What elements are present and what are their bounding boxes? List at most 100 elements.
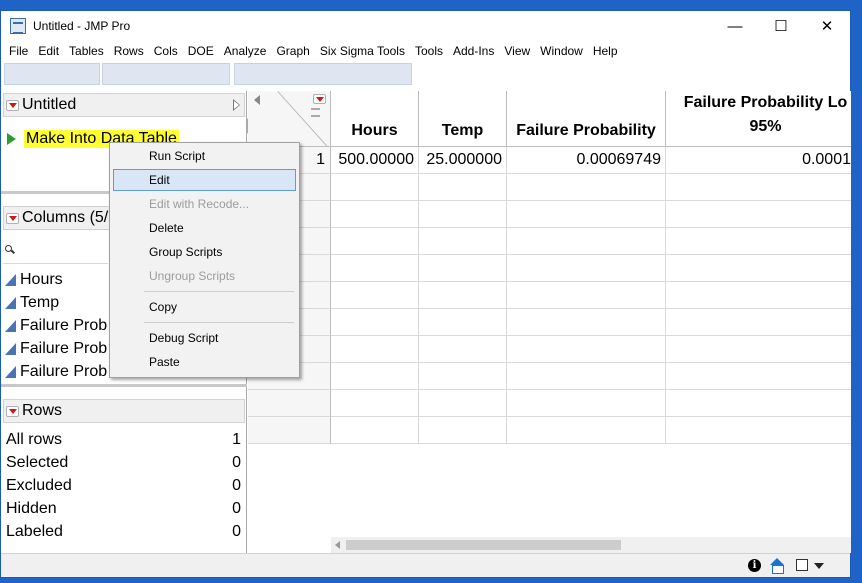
- context-menu-item-run-script[interactable]: Run Script: [113, 145, 296, 167]
- table-cell[interactable]: [331, 228, 419, 255]
- menu-doe[interactable]: DOE: [183, 44, 219, 58]
- table-cell[interactable]: [331, 201, 419, 228]
- table-cell[interactable]: [507, 417, 666, 444]
- red-triangle-menu-icon[interactable]: [6, 99, 19, 111]
- home-icon[interactable]: [769, 558, 785, 574]
- menu-add-ins[interactable]: Add-Ins: [448, 44, 499, 58]
- table-cell[interactable]: [419, 309, 507, 336]
- context-menu-item-edit[interactable]: Edit: [113, 169, 296, 191]
- table-cell[interactable]: [419, 417, 507, 444]
- table-cell[interactable]: 500.00000: [331, 147, 419, 174]
- column-header-hours[interactable]: Hours: [331, 91, 419, 147]
- table-cell[interactable]: [507, 390, 666, 417]
- column-header-failure-probability[interactable]: Failure Probability: [507, 91, 666, 147]
- rows-stat-hidden[interactable]: Hidden 0: [1, 497, 245, 520]
- table-cell[interactable]: 25.000000: [419, 147, 507, 174]
- column-item[interactable]: Failure Prob: [5, 337, 107, 360]
- table-cell[interactable]: [331, 309, 419, 336]
- table-cell[interactable]: [666, 282, 851, 309]
- table-cell[interactable]: [666, 228, 851, 255]
- collapse-panel-icon[interactable]: [233, 99, 240, 111]
- rows-panel-header[interactable]: Rows: [3, 399, 245, 423]
- table-cell[interactable]: [419, 201, 507, 228]
- menu-view[interactable]: View: [499, 44, 535, 58]
- table-cell[interactable]: 0.00069749: [507, 147, 666, 174]
- table-cell[interactable]: [331, 417, 419, 444]
- window-list-icon[interactable]: [796, 559, 808, 571]
- menu-file[interactable]: File: [4, 44, 33, 58]
- panel-divider[interactable]: [1, 384, 247, 387]
- table-cell[interactable]: [419, 390, 507, 417]
- rows-stat-all[interactable]: All rows 1: [1, 428, 245, 451]
- context-menu-item-paste[interactable]: Paste: [113, 351, 296, 373]
- context-menu-item-copy[interactable]: Copy: [113, 296, 296, 318]
- table-cell[interactable]: [507, 363, 666, 390]
- rows-stat-labeled[interactable]: Labeled 0: [1, 520, 245, 543]
- table-cell[interactable]: [331, 282, 419, 309]
- minimize-button[interactable]: —: [712, 11, 758, 41]
- row-number[interactable]: [248, 417, 331, 444]
- table-cell[interactable]: [666, 201, 851, 228]
- scrollbar-thumb[interactable]: [346, 540, 621, 550]
- table-cell[interactable]: [331, 174, 419, 201]
- table-cell[interactable]: [666, 336, 851, 363]
- grid-corner-cell[interactable]: [248, 91, 331, 147]
- column-header-failure-probability-lower[interactable]: Failure Probability Lo 95%: [666, 91, 851, 147]
- menu-help[interactable]: Help: [588, 44, 623, 58]
- column-item[interactable]: Failure Prob: [5, 314, 107, 337]
- menu-cols[interactable]: Cols: [149, 44, 183, 58]
- collapse-left-icon[interactable]: [254, 95, 260, 105]
- table-cell[interactable]: [507, 282, 666, 309]
- table-cell[interactable]: [507, 201, 666, 228]
- table-cell[interactable]: [419, 282, 507, 309]
- column-item[interactable]: Temp: [5, 291, 107, 314]
- menu-six-sigma-tools[interactable]: Six Sigma Tools: [315, 44, 410, 58]
- table-cell[interactable]: [666, 363, 851, 390]
- red-triangle-menu-icon[interactable]: [6, 212, 19, 224]
- scroll-left-icon[interactable]: [335, 541, 340, 549]
- table-cell[interactable]: [419, 174, 507, 201]
- menu-graph[interactable]: Graph: [271, 44, 314, 58]
- row-number[interactable]: [248, 390, 331, 417]
- table-cell[interactable]: [507, 336, 666, 363]
- table-cell[interactable]: [666, 417, 851, 444]
- table-cell[interactable]: [666, 174, 851, 201]
- menu-rows[interactable]: Rows: [109, 44, 149, 58]
- red-triangle-menu-icon[interactable]: [6, 405, 19, 417]
- rows-stat-selected[interactable]: Selected 0: [1, 451, 245, 474]
- rows-stat-excluded[interactable]: Excluded 0: [1, 474, 245, 497]
- table-cell[interactable]: [419, 255, 507, 282]
- table-cell[interactable]: [507, 228, 666, 255]
- table-cell[interactable]: [419, 228, 507, 255]
- table-cell[interactable]: [666, 309, 851, 336]
- column-item[interactable]: Failure Prob: [5, 360, 107, 383]
- maximize-button[interactable]: ☐: [758, 11, 804, 41]
- table-cell[interactable]: [507, 255, 666, 282]
- column-search-box[interactable]: [3, 238, 108, 264]
- menu-analyze[interactable]: Analyze: [219, 44, 272, 58]
- table-cell[interactable]: [331, 363, 419, 390]
- table-cell[interactable]: [666, 390, 851, 417]
- column-item[interactable]: Hours: [5, 268, 107, 291]
- table-cell[interactable]: [666, 255, 851, 282]
- table-cell[interactable]: [331, 390, 419, 417]
- menu-tools[interactable]: Tools: [410, 44, 448, 58]
- table-cell[interactable]: [507, 309, 666, 336]
- context-menu-item-debug-script[interactable]: Debug Script: [113, 327, 296, 349]
- menu-window[interactable]: Window: [535, 44, 588, 58]
- table-cell[interactable]: 0.0001: [666, 147, 851, 174]
- menu-tables[interactable]: Tables: [64, 44, 109, 58]
- chevron-down-icon[interactable]: [814, 563, 824, 569]
- horizontal-scrollbar[interactable]: [331, 537, 851, 553]
- red-triangle-menu-icon[interactable]: [313, 94, 326, 104]
- run-script-icon[interactable]: [7, 133, 16, 145]
- column-header-temp[interactable]: Temp: [419, 91, 507, 147]
- table-panel-header[interactable]: Untitled: [3, 93, 245, 117]
- context-menu-item-delete[interactable]: Delete: [113, 217, 296, 239]
- menu-edit[interactable]: Edit: [33, 44, 64, 58]
- table-cell[interactable]: [507, 174, 666, 201]
- context-menu-item-group-scripts[interactable]: Group Scripts: [113, 241, 296, 263]
- table-cell[interactable]: [419, 363, 507, 390]
- close-button[interactable]: ✕: [804, 11, 850, 41]
- table-cell[interactable]: [331, 255, 419, 282]
